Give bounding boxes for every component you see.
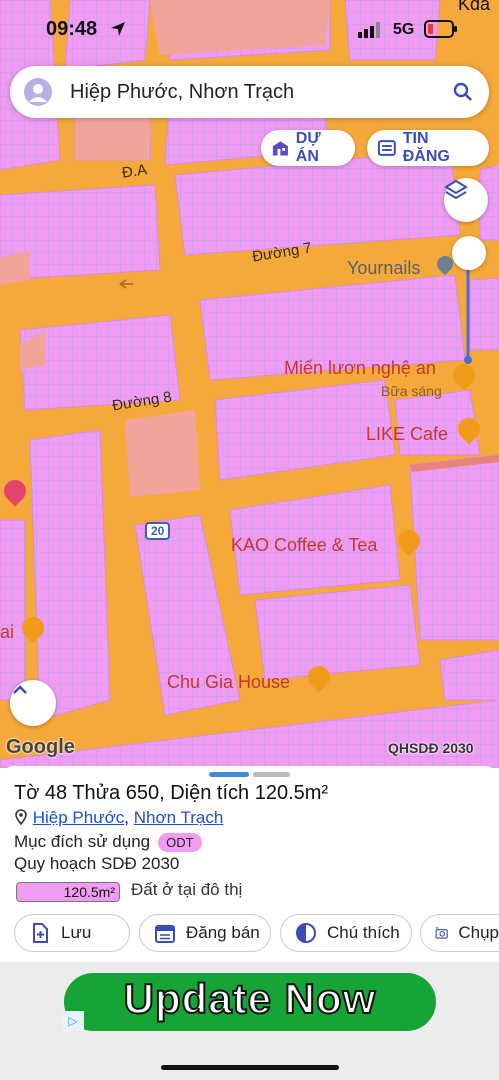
- location-link-ward[interactable]: Hiệp Phước: [33, 808, 125, 827]
- location-separator: ,: [124, 808, 129, 827]
- save-button[interactable]: Lưu: [14, 914, 130, 952]
- purpose-label: Mục đích sử dụng: [14, 832, 151, 851]
- location-link-district[interactable]: Nhơn Trạch: [134, 808, 224, 827]
- search-bar[interactable]: Hiệp Phước, Nhơn Trạch: [10, 66, 489, 118]
- search-query[interactable]: Hiệp Phước, Nhơn Trạch: [70, 81, 294, 104]
- place-mien-luon-subtitle: Bữa sáng: [381, 383, 442, 399]
- listings-chip[interactable]: TIN ĐĂNG: [367, 130, 489, 166]
- calendar-icon: [155, 925, 175, 943]
- place-partial-left[interactable]: ai: [0, 622, 14, 643]
- list-icon: [377, 140, 396, 156]
- layers-icon: [444, 179, 468, 200]
- place-mien-luon[interactable]: Miến lươn nghệ an: [284, 358, 436, 379]
- save-button-label: Lưu: [61, 923, 92, 942]
- legend-button[interactable]: Chú thích: [280, 914, 412, 952]
- street-label-da: Đ.A: [120, 161, 149, 182]
- ad-banner[interactable]: Update Now ▷: [62, 973, 436, 1031]
- parcel-title: Tờ 48 Thửa 650, Diện tích 120.5m²: [14, 782, 329, 804]
- status-time: 09:48: [46, 18, 98, 40]
- ad-area: Update Now ▷: [0, 962, 499, 1080]
- plan-area-bar: 120.5m²: [16, 882, 120, 902]
- plan-label: Quy hoạch SDĐ 2030: [14, 854, 180, 873]
- ad-choices-icon[interactable]: ▷: [62, 1011, 84, 1031]
- purpose-code-badge: ODT: [158, 832, 202, 852]
- sheet-handle[interactable]: [253, 772, 290, 777]
- plan-description: Đất ở tại đô thị: [131, 880, 243, 899]
- capture-button[interactable]: Chụp: [420, 914, 499, 952]
- parcel-location: Hiệp Phước, Nhơn Trạch: [14, 808, 223, 828]
- signal-icon: [358, 22, 380, 38]
- avatar[interactable]: [24, 78, 52, 106]
- route-badge: 20: [145, 522, 171, 540]
- place-kao-coffee[interactable]: KAO Coffee & Tea: [231, 535, 377, 556]
- layers-button[interactable]: [444, 178, 488, 222]
- ad-text: Update Now: [123, 974, 377, 1023]
- battery-icon: [424, 20, 457, 38]
- map-corner-label: Kđa: [458, 0, 491, 14]
- location-arrow-icon: [111, 22, 125, 36]
- projects-chip[interactable]: DỰ ÁN: [261, 130, 355, 166]
- post-for-sale-button[interactable]: Đăng bán: [139, 914, 271, 952]
- user-icon: [29, 84, 47, 102]
- camera-icon: [435, 927, 448, 939]
- add-document-icon: [33, 923, 48, 943]
- projects-chip-label: DỰ ÁN: [295, 130, 321, 165]
- place-like-cafe[interactable]: LIKE Cafe: [366, 424, 448, 445]
- status-bar: 09:48 5G Kđa: [0, 0, 499, 60]
- sheet-handle-active[interactable]: [209, 772, 249, 777]
- action-buttons: Lưu Đăng bán Chú thích Chụp: [0, 914, 499, 956]
- purpose-row: Mục đích sử dụng ODT: [14, 832, 202, 852]
- layer-name: QHSDĐ 2030: [388, 740, 474, 756]
- legend-button-label: Chú thích: [327, 923, 400, 942]
- parcel-info-sheet: Tờ 48 Thửa 650, Diện tích 120.5m² Hiệp P…: [0, 766, 499, 964]
- expand-up-button[interactable]: [10, 680, 56, 726]
- network-type: 5G: [393, 21, 415, 38]
- half-circle-icon: [296, 923, 316, 943]
- chevron-up-icon: [13, 685, 27, 694]
- capture-button-label: Chụp: [458, 923, 499, 942]
- post-for-sale-label: Đăng bán: [186, 923, 260, 942]
- building-icon: [272, 141, 288, 156]
- home-indicator[interactable]: [161, 1065, 339, 1070]
- search-icon[interactable]: [451, 80, 475, 104]
- place-yournails[interactable]: Yournails: [347, 258, 420, 279]
- google-logo: Google: [6, 736, 75, 758]
- opacity-slider-handle[interactable]: [452, 236, 486, 270]
- map-pin-icon: [15, 809, 27, 826]
- listings-chip-label: TIN ĐĂNG: [402, 130, 450, 165]
- place-chu-gia-house[interactable]: Chu Gia House: [167, 672, 290, 693]
